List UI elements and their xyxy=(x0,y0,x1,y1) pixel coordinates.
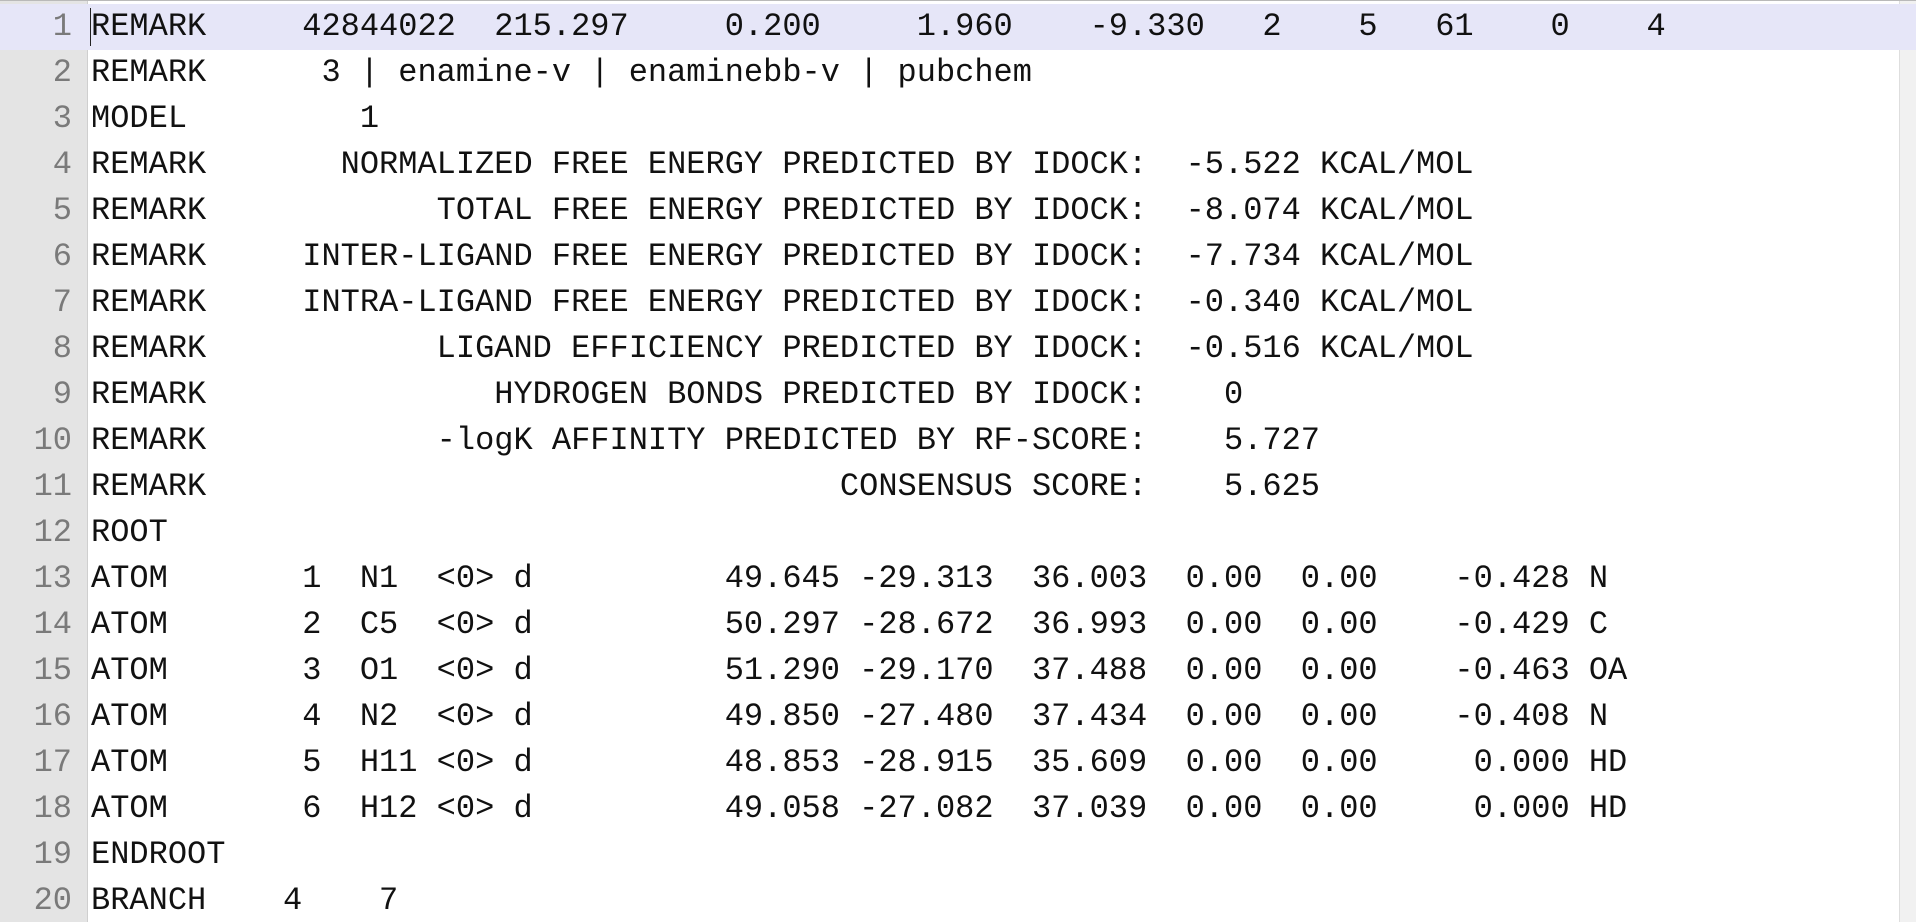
line-number: 4 xyxy=(52,146,72,183)
line-text[interactable]: ENDROOT xyxy=(91,832,225,878)
editor-line[interactable]: 13 ATOM 1 N1 <0> d 49.645 -29.313 36.003 … xyxy=(0,556,1916,602)
line-text[interactable]: ATOM 1 N1 <0> d 49.645 -29.313 36.003 0.… xyxy=(91,556,1608,602)
line-number: 17 xyxy=(33,744,72,781)
line-number: 2 xyxy=(52,54,72,91)
editor-line[interactable]: 12 ROOT xyxy=(0,510,1916,556)
line-text[interactable]: MODEL 1 xyxy=(91,96,379,142)
line-text[interactable]: BRANCH 4 7 xyxy=(91,878,398,922)
line-number: 14 xyxy=(33,606,72,643)
editor-line[interactable]: 4 REMARK NORMALIZED FREE ENERGY PREDICTED… xyxy=(0,142,1916,188)
line-text[interactable]: REMARK HYDROGEN BONDS PREDICTED BY IDOCK… xyxy=(91,372,1243,418)
editor-line[interactable]: 5 REMARK TOTAL FREE ENERGY PREDICTED BY I… xyxy=(0,188,1916,234)
line-number: 18 xyxy=(33,790,72,827)
line-number: 9 xyxy=(52,376,72,413)
line-text[interactable]: REMARK INTRA-LIGAND FREE ENERGY PREDICTE… xyxy=(91,280,1474,326)
line-number: 6 xyxy=(52,238,72,275)
line-number: 20 xyxy=(33,882,72,919)
editor-line[interactable]: 20 BRANCH 4 7 xyxy=(0,878,1916,922)
line-text[interactable]: REMARK 42844022 215.297 0.200 1.960 -9.3… xyxy=(91,4,1666,50)
line-number: 10 xyxy=(33,422,72,459)
editor-line[interactable]: 17 ATOM 5 H11 <0> d 48.853 -28.915 35.609… xyxy=(0,740,1916,786)
line-number: 7 xyxy=(52,284,72,321)
editor-line[interactable]: 10 REMARK -logK AFFINITY PREDICTED BY RF-… xyxy=(0,418,1916,464)
editor-line[interactable]: 7 REMARK INTRA-LIGAND FREE ENERGY PREDICT… xyxy=(0,280,1916,326)
line-text[interactable]: REMARK TOTAL FREE ENERGY PREDICTED BY ID… xyxy=(91,188,1474,234)
text-editor[interactable]: 1 REMARK 42844022 215.297 0.200 1.960 -9.… xyxy=(0,0,1916,922)
line-number: 12 xyxy=(33,514,72,551)
editor-lines[interactable]: 1 REMARK 42844022 215.297 0.200 1.960 -9.… xyxy=(0,4,1916,922)
line-text[interactable]: REMARK LIGAND EFFICIENCY PREDICTED BY ID… xyxy=(91,326,1474,372)
editor-line[interactable]: 11 REMARK CONSENSUS SCORE: 5.625 xyxy=(0,464,1916,510)
line-text[interactable]: ATOM 3 O1 <0> d 51.290 -29.170 37.488 0.… xyxy=(91,648,1627,694)
editor-line[interactable]: 14 ATOM 2 C5 <0> d 50.297 -28.672 36.993 … xyxy=(0,602,1916,648)
line-text[interactable]: ATOM 5 H11 <0> d 48.853 -28.915 35.609 0… xyxy=(91,740,1627,786)
line-text[interactable]: REMARK NORMALIZED FREE ENERGY PREDICTED … xyxy=(91,142,1474,188)
editor-line[interactable]: 15 ATOM 3 O1 <0> d 51.290 -29.170 37.488 … xyxy=(0,648,1916,694)
line-number: 1 xyxy=(52,8,72,45)
editor-line[interactable]: 8 REMARK LIGAND EFFICIENCY PREDICTED BY I… xyxy=(0,326,1916,372)
editor-line[interactable]: 6 REMARK INTER-LIGAND FREE ENERGY PREDICT… xyxy=(0,234,1916,280)
line-number: 5 xyxy=(52,192,72,229)
line-text[interactable]: ATOM 4 N2 <0> d 49.850 -27.480 37.434 0.… xyxy=(91,694,1608,740)
editor-line[interactable]: 2 REMARK 3 | enamine-v | enaminebb-v | pu… xyxy=(0,50,1916,96)
line-text[interactable]: ROOT xyxy=(91,510,168,556)
line-number: 8 xyxy=(52,330,72,367)
line-text[interactable]: ATOM 6 H12 <0> d 49.058 -27.082 37.039 0… xyxy=(91,786,1627,832)
line-number: 15 xyxy=(33,652,72,689)
editor-line[interactable]: 3 MODEL 1 xyxy=(0,96,1916,142)
line-text[interactable]: ATOM 2 C5 <0> d 50.297 -28.672 36.993 0.… xyxy=(91,602,1608,648)
line-number: 16 xyxy=(33,698,72,735)
line-number: 3 xyxy=(52,100,72,137)
line-number: 11 xyxy=(33,468,72,505)
editor-line[interactable]: 9 REMARK HYDROGEN BONDS PREDICTED BY IDOC… xyxy=(0,372,1916,418)
line-text[interactable]: REMARK CONSENSUS SCORE: 5.625 xyxy=(91,464,1320,510)
line-text[interactable]: REMARK -logK AFFINITY PREDICTED BY RF-SC… xyxy=(91,418,1320,464)
editor-line[interactable]: 18 ATOM 6 H12 <0> d 49.058 -27.082 37.039… xyxy=(0,786,1916,832)
line-number: 19 xyxy=(33,836,72,873)
line-text[interactable]: REMARK 3 | enamine-v | enaminebb-v | pub… xyxy=(91,50,1032,96)
text-cursor xyxy=(90,8,91,46)
line-text[interactable]: REMARK INTER-LIGAND FREE ENERGY PREDICTE… xyxy=(91,234,1474,280)
editor-line-current[interactable]: 1 REMARK 42844022 215.297 0.200 1.960 -9.… xyxy=(0,4,1916,50)
editor-line[interactable]: 19 ENDROOT xyxy=(0,832,1916,878)
editor-line[interactable]: 16 ATOM 4 N2 <0> d 49.850 -27.480 37.434 … xyxy=(0,694,1916,740)
line-number: 13 xyxy=(33,560,72,597)
